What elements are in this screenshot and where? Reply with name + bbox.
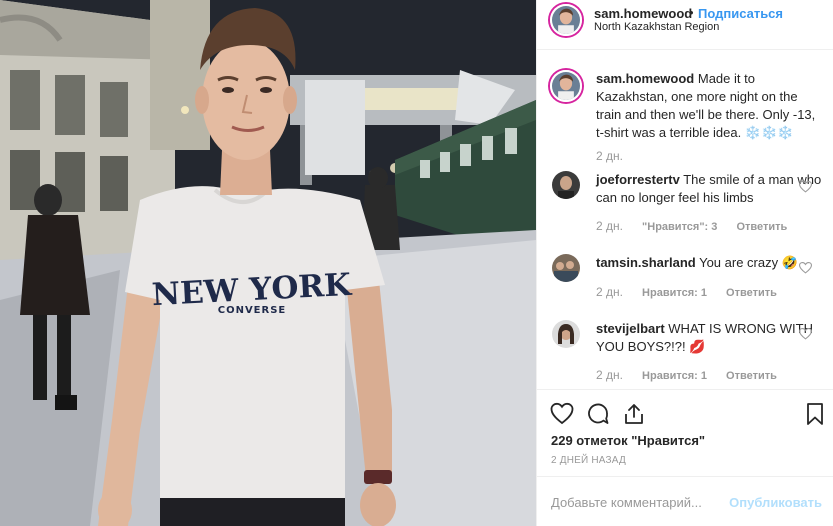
caption-time[interactable]: 2 дн.: [596, 149, 623, 163]
comment-text: joeforrestertv The smile of a man who ca…: [596, 171, 826, 207]
comment-body: You are crazy 🤣: [699, 255, 798, 270]
post-photo[interactable]: NEW YORK CONVERSE: [0, 0, 536, 526]
reply-button[interactable]: Ответить: [736, 221, 787, 233]
caption-avatar-image: [552, 72, 580, 100]
comment-meta: 2 дн. Нравится: 1 Ответить: [596, 285, 793, 299]
publish-button[interactable]: Опубликовать: [729, 495, 822, 510]
share-icon[interactable]: [622, 402, 646, 426]
comment-like-heart-icon[interactable]: [799, 328, 812, 340]
location-link[interactable]: North Kazakhstan Region: [594, 21, 719, 33]
comment-avatar[interactable]: [552, 254, 580, 282]
shirt-print: NEW YORK CONVERSE: [151, 267, 353, 316]
post-timestamp[interactable]: 2 ДНЕЙ НАЗАД: [551, 455, 626, 466]
likes-count[interactable]: 229 отметок "Нравится": [551, 433, 705, 448]
caption-avatar[interactable]: [550, 70, 582, 102]
follow-button[interactable]: Подписаться: [698, 6, 783, 21]
comment-like-heart-icon[interactable]: [799, 181, 812, 193]
comment-avatar-image: [552, 254, 580, 282]
comment-avatar-image: [552, 171, 580, 199]
comment-text: tamsin.sharland You are crazy 🤣: [596, 254, 826, 272]
separator-dot: •: [689, 5, 694, 20]
comments-list[interactable]: sam.homewood Made it to Kazakhstan, one …: [537, 51, 833, 389]
comment-username[interactable]: stevijelbart: [596, 321, 665, 336]
bookmark-icon[interactable]: [803, 402, 827, 426]
author-avatar-image: [552, 6, 580, 34]
comment-meta: 2 дн. Нравится: 1 Ответить: [596, 368, 793, 382]
post-sidebar: sam.homewood • Подписаться North Kazakhs…: [536, 0, 833, 526]
comment-avatar[interactable]: [552, 171, 580, 199]
comment-username[interactable]: tamsin.sharland: [596, 255, 696, 270]
comment-time[interactable]: 2 дн.: [596, 368, 623, 382]
comment-time[interactable]: 2 дн.: [596, 219, 623, 233]
comment-text: stevijelbart WHAT IS WRONG WITH YOU BOYS…: [596, 320, 826, 356]
comment-likes[interactable]: Нравится: 1: [642, 287, 707, 299]
comment-like-heart-icon[interactable]: [799, 262, 812, 274]
author-avatar[interactable]: [550, 4, 582, 36]
heart-outline-icon[interactable]: [550, 402, 574, 426]
reply-button[interactable]: Ответить: [726, 287, 777, 299]
comment-time[interactable]: 2 дн.: [596, 285, 623, 299]
comment-meta: 2 дн. "Нравится": 3 Ответить: [596, 219, 803, 233]
author-username[interactable]: sam.homewood: [594, 6, 692, 21]
comment-username[interactable]: joeforrestertv: [596, 172, 680, 187]
caption-text: sam.homewood Made it to Kazakhstan, one …: [596, 70, 824, 142]
post-actions: 229 отметок "Нравится" 2 ДНЕЙ НАЗАД Доба…: [537, 389, 833, 525]
comment-avatar-image: [552, 320, 580, 348]
speech-bubble-icon[interactable]: [586, 402, 610, 426]
reply-button[interactable]: Ответить: [726, 370, 777, 382]
shirt-text-converse: CONVERSE: [218, 305, 287, 316]
comment-input[interactable]: Добавьте комментарий...: [551, 495, 702, 510]
add-comment-bar: Добавьте комментарий... Опубликовать: [537, 476, 833, 526]
caption-meta: 2 дн.: [596, 149, 639, 163]
post-header: sam.homewood • Подписаться North Kazakhs…: [537, 0, 833, 50]
caption-username[interactable]: sam.homewood: [596, 71, 694, 86]
comment-likes[interactable]: Нравится: 1: [642, 370, 707, 382]
comment-likes[interactable]: "Нравится": 3: [642, 221, 717, 233]
comment-avatar[interactable]: [552, 320, 580, 348]
